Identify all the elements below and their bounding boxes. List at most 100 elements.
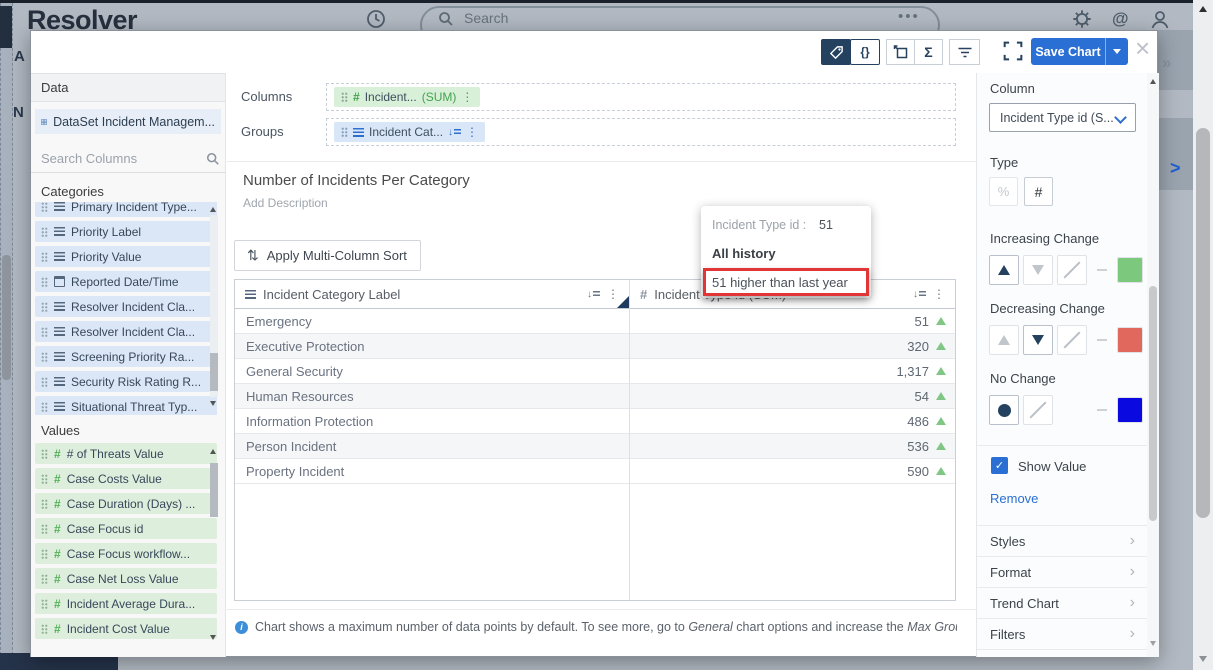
pivot-button[interactable] [886,39,915,65]
save-chart-dropdown[interactable] [1105,38,1128,65]
column-select[interactable]: Incident Type id (S... [989,103,1136,132]
variables-view-toggle[interactable]: {} [850,39,880,65]
value-item[interactable]: # Case Costs Value [35,468,217,489]
panel-scroll-up[interactable] [1150,79,1156,84]
decrease-down-arrow-option[interactable] [1023,325,1053,355]
sort-az-icon[interactable]: ↓ [448,127,462,138]
category-item[interactable]: Screening Priority Ra... [35,346,217,367]
table-row[interactable]: Person Incident 536 [235,434,955,459]
category-item[interactable]: Primary Incident Type... [35,202,217,217]
table-row[interactable]: Property Incident 590 [235,459,955,484]
increase-up-arrow-option[interactable] [989,255,1019,285]
values-scroll-up[interactable] [210,449,216,454]
page-scrollbar-thumb[interactable] [1196,128,1210,518]
search-columns-input[interactable]: Search Columns [31,146,226,173]
categories-title: Categories [41,184,104,199]
decrease-color-swatch[interactable] [1117,327,1143,353]
fullscreen-icon[interactable] [1003,41,1023,61]
category-item[interactable]: Security Risk Rating R... [35,371,217,392]
scroll-up-arrow[interactable] [1199,6,1207,12]
groups-dropzone[interactable]: Incident Cat... ↓ ⋮ [326,118,956,146]
category-item[interactable]: Situational Threat Typ... [35,396,217,415]
columns-chip[interactable]: # Incident... (SUM) ⋮ [334,87,481,107]
section-row[interactable]: Styles › [977,526,1148,557]
no-change-none-option[interactable] [1023,395,1053,425]
dataset-item[interactable]: DataSet Incident Managem... [35,109,221,134]
value-item-label: Incident Average Dura... [66,596,196,611]
sort-icon[interactable]: ↓ [587,289,600,300]
save-chart-button[interactable]: Save Chart [1031,38,1105,65]
section-row[interactable]: Trend Chart › [977,588,1148,619]
column-menu-icon[interactable]: ⋮ [933,288,945,300]
value-item[interactable]: # Case Net Loss Value [35,568,217,589]
trend-up-icon [936,342,946,350]
recent-clock-icon[interactable] [366,9,386,29]
category-item[interactable]: Priority Label [35,221,217,242]
search-overflow-icon[interactable]: ••• [898,8,920,25]
table-header-category[interactable]: Incident Category Label ↓ ⋮ [235,280,629,308]
chart-title[interactable]: Number of Incidents Per Category [243,172,470,189]
column-resize-wedge[interactable] [617,296,629,308]
panel-scroll-down[interactable] [1150,641,1156,646]
chip-menu-icon[interactable]: ⋮ [466,126,478,138]
category-item[interactable]: Priority Value [35,246,217,267]
table-row[interactable]: Information Protection 486 [235,409,955,434]
aggregate-button[interactable]: Σ [914,39,943,65]
type-number-button[interactable]: # [1024,177,1053,206]
value-item[interactable]: # Incident Average Dura... [35,593,217,614]
show-value-label: Show Value [1018,459,1087,474]
triangle-down-icon [1032,335,1044,345]
divider [227,609,976,610]
values-scroll-thumb[interactable] [210,463,218,517]
section-row[interactable]: Format › [977,557,1148,588]
increase-color-swatch[interactable] [1117,257,1143,283]
chart-description-placeholder[interactable]: Add Description [243,196,328,210]
apply-multi-column-sort-button[interactable]: ⇅ Apply Multi-Column Sort [234,240,421,271]
type-percent-button[interactable]: % [989,177,1018,206]
user-profile-icon[interactable] [1150,9,1170,29]
increase-none-option[interactable] [1057,255,1087,285]
value-item[interactable]: # # of Threats Value [35,443,217,464]
settings-gear-icon[interactable] [1072,9,1092,29]
value-item[interactable]: # Case Focus id [35,518,217,539]
table-row[interactable]: Executive Protection 320 [235,334,955,359]
section-row[interactable]: Filters › [977,619,1148,650]
categories-scroll-thumb[interactable] [210,353,218,391]
scroll-down-arrow[interactable] [1199,656,1207,662]
decrease-none-option[interactable] [1057,325,1087,355]
show-value-checkbox[interactable]: ✓ [991,457,1008,474]
value-item[interactable]: # Case Focus workflow... [35,543,217,564]
drag-handle-icon [41,351,48,362]
category-item[interactable]: Resolver Incident Cla... [35,296,217,317]
value-item[interactable]: # Case Duration (Days) ... [35,493,217,514]
table-row[interactable]: General Security 1,317 [235,359,955,384]
close-icon[interactable]: × [1135,33,1150,64]
value-text: 486 [907,413,929,429]
table-row[interactable]: Human Resources 54 [235,384,955,409]
decrease-up-arrow-option[interactable] [989,325,1019,355]
columns-dropzone[interactable]: # Incident... (SUM) ⋮ [326,83,956,111]
panel-scroll-thumb[interactable] [1149,286,1157,521]
sort-icon[interactable]: ↓ [913,289,926,300]
groups-chip[interactable]: Incident Cat... ↓ ⋮ [334,122,486,142]
no-change-dot-option[interactable] [989,395,1019,425]
table-row[interactable]: Emergency 51 [235,309,955,334]
expand-chevron-icon[interactable]: > [1170,158,1181,179]
label-view-toggle[interactable] [821,39,851,65]
increase-down-arrow-option[interactable] [1023,255,1053,285]
value-item-label: Case Focus id [66,521,144,536]
chip-menu-icon[interactable]: ⋮ [461,91,473,103]
filter-button[interactable] [949,39,980,65]
values-scroll-down[interactable] [210,635,216,640]
categories-scroll-down[interactable] [210,401,216,406]
category-item[interactable]: Reported Date/Time [35,271,217,292]
help-icon[interactable]: @ [1112,9,1129,29]
categories-scroll-up[interactable] [210,207,216,212]
no-change-color-swatch[interactable] [1117,397,1143,423]
value-text: 320 [907,338,929,354]
value-item[interactable]: # Incident Cost Value [35,618,217,639]
table-body: Emergency 51 Executive Protection 320 Ge… [235,309,955,484]
collapse-double-chevron-icon[interactable]: » [1162,53,1171,73]
category-item[interactable]: Resolver Incident Cla... [35,321,217,342]
remove-link[interactable]: Remove [990,491,1038,506]
